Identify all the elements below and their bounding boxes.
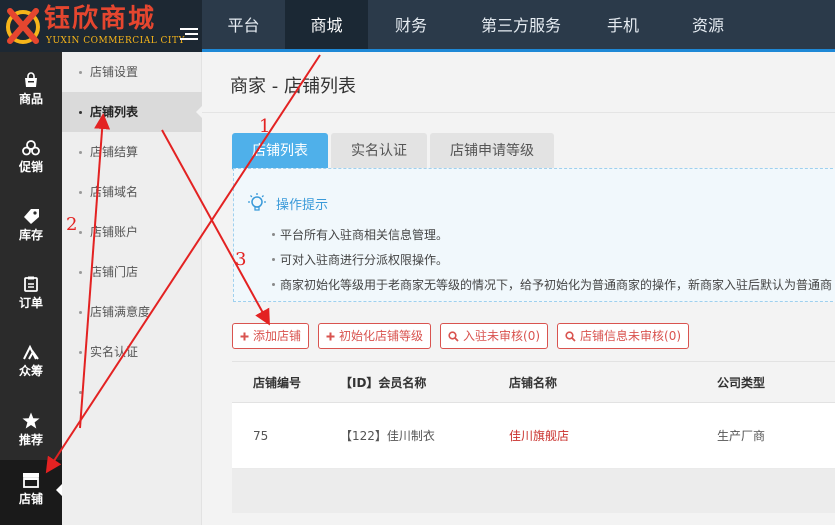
sub-menu-item-store-domain[interactable]: 店铺域名 [62, 172, 202, 212]
icon-sidebar: 商品 促销 库存 订单 众筹 推荐 店铺 [0, 52, 62, 525]
cell-member: 【122】佳川制衣 [340, 429, 435, 443]
tag-icon [24, 209, 39, 224]
top-nav-item-mobile[interactable]: 手机 [588, 0, 658, 52]
top-nav-item-mall[interactable]: 商城 [285, 0, 368, 52]
icon-sidebar-item-inventory[interactable]: 库存 [0, 196, 62, 258]
sub-menu-item-real-name[interactable]: 实名认证 [62, 332, 202, 372]
annotation-number-1: 1 [259, 116, 271, 137]
icon-sidebar-label: 商品 [18, 92, 43, 106]
cell-company-type: 生产厂商 [717, 429, 766, 443]
tip-line: 平台所有入驻商相关信息管理。 [271, 228, 449, 242]
sub-menu-item-store-list[interactable]: 店铺列表 [62, 92, 203, 132]
store-icon [23, 473, 39, 488]
top-nav-item-resources[interactable]: 资源 [658, 0, 758, 52]
top-nav-item-platform[interactable]: 平台 [202, 0, 285, 52]
app-window: 钰欣商城 YUXIN COMMERCIAL CITY 平台 商城 财务 第三方服… [0, 0, 835, 525]
divider [202, 112, 835, 113]
plus-icon [326, 332, 335, 340]
search-icon [565, 330, 576, 342]
tips-title: 操作提示 [276, 197, 329, 213]
tips-header: 操作提示 [246, 192, 328, 214]
logo-name-en: YUXIN COMMERCIAL CITY [46, 36, 185, 46]
sub-menu-item-store-settings[interactable]: 店铺设置 [62, 52, 202, 92]
tab-real-name[interactable]: 实名认证 [331, 133, 427, 169]
icon-sidebar-label: 订单 [18, 296, 43, 310]
icon-sidebar-item-promotion[interactable]: 促销 [0, 128, 62, 190]
plus-icon [240, 332, 249, 340]
shopping-bag-icon [25, 72, 37, 87]
tab-store-level-apply[interactable]: 店铺申请等级 [430, 133, 554, 169]
table-row[interactable]: 75 【122】佳川制衣 佳川旗舰店 生产厂商 [232, 403, 835, 469]
icon-sidebar-label: 众筹 [18, 364, 43, 378]
sub-menu-item-store-outlets[interactable]: 店铺门店 [62, 252, 202, 292]
logo[interactable]: 钰欣商城 YUXIN COMMERCIAL CITY [0, 0, 202, 52]
lightbulb-icon [248, 193, 266, 211]
logo-name-cn: 钰欣商城 [44, 4, 157, 34]
crowdfunding-icon [23, 344, 39, 360]
pending-info-review-button[interactable]: 店铺信息未审核(0) [557, 323, 690, 349]
annotation-number-2: 2 [66, 214, 78, 235]
cell-store-name-link[interactable]: 佳川旗舰店 [509, 403, 569, 469]
sub-menu-item-store-settlement[interactable]: 店铺结算 [62, 132, 202, 172]
column-header-store-name[interactable]: 店铺名称 [509, 362, 557, 404]
pending-entry-review-button[interactable]: 入驻未审核(0) [440, 323, 549, 349]
table-header: 店铺编号 【ID】会员名称 店铺名称 公司类型 [232, 361, 835, 403]
icon-sidebar-item-goods[interactable]: 商品 [0, 60, 62, 122]
tab-store-list[interactable]: 店铺列表 [232, 133, 328, 169]
store-table: 店铺编号 【ID】会员名称 店铺名称 公司类型 75 【122】佳川制衣 佳川旗… [232, 361, 835, 513]
column-header-company-type[interactable]: 公司类型 [717, 362, 765, 404]
sub-menu-item-store-satisfaction[interactable]: 店铺满意度 [62, 292, 202, 332]
sub-menu: 店铺设置 店铺列表 店铺结算 店铺域名 店铺账户 店铺门店 店铺满意度 实名认证 [62, 52, 203, 525]
menu-toggle-icon[interactable] [180, 28, 198, 44]
icon-sidebar-label: 促销 [18, 160, 43, 174]
logo-mark-icon [6, 8, 40, 44]
annotation-number-3: 3 [235, 249, 247, 270]
icon-sidebar-item-crowdfunding[interactable]: 众筹 [0, 332, 62, 394]
icon-sidebar-item-orders[interactable]: 订单 [0, 264, 62, 326]
action-bar: 添加店铺 初始化店铺等级 入驻未审核(0) 店铺信息未审核(0) [232, 323, 698, 349]
icon-sidebar-label: 推荐 [18, 433, 43, 447]
icon-sidebar-item-store[interactable]: 店铺 [0, 460, 62, 525]
top-bar: 钰欣商城 YUXIN COMMERCIAL CITY 平台 商城 财务 第三方服… [0, 0, 835, 52]
top-nav: 平台 商城 财务 第三方服务 手机 资源 [202, 0, 835, 52]
sub-menu-item-blank[interactable] [62, 372, 202, 412]
column-header-store-id[interactable]: 店铺编号 [253, 362, 301, 404]
tab-bar: 店铺列表 实名认证 店铺申请等级 [232, 133, 557, 169]
add-store-button[interactable]: 添加店铺 [232, 323, 310, 349]
top-nav-item-third-party[interactable]: 第三方服务 [454, 0, 588, 52]
tip-line: 商家初始化等级用于老商家无等级的情况下，给予初始化为普通商家的操作，新商家入驻后… [271, 278, 833, 292]
icon-sidebar-label: 店铺 [18, 492, 43, 506]
init-store-level-button[interactable]: 初始化店铺等级 [318, 323, 432, 349]
top-nav-item-finance[interactable]: 财务 [368, 0, 454, 52]
promotion-icon [22, 140, 40, 156]
main-content: 商家 - 店铺列表 店铺列表 实名认证 店铺申请等级 操作提示 平台所有入驻商相… [202, 52, 835, 525]
icon-sidebar-item-recommend[interactable]: 推荐 [0, 400, 62, 462]
tip-line: 可对入驻商进行分派权限操作。 [271, 253, 449, 267]
table-footer [232, 469, 835, 513]
icon-sidebar-label: 库存 [18, 228, 43, 242]
page-title: 商家 - 店铺列表 [230, 76, 356, 97]
cell-store-id: 75 [253, 429, 269, 443]
column-header-member[interactable]: 【ID】会员名称 [340, 362, 426, 404]
sub-menu-item-store-account[interactable]: 店铺账户 [62, 212, 202, 252]
star-icon [22, 412, 40, 429]
order-icon [24, 276, 38, 292]
search-icon [448, 330, 459, 342]
operation-tips: 操作提示 平台所有入驻商相关信息管理。 可对入驻商进行分派权限操作。 商家初始化… [233, 168, 835, 302]
